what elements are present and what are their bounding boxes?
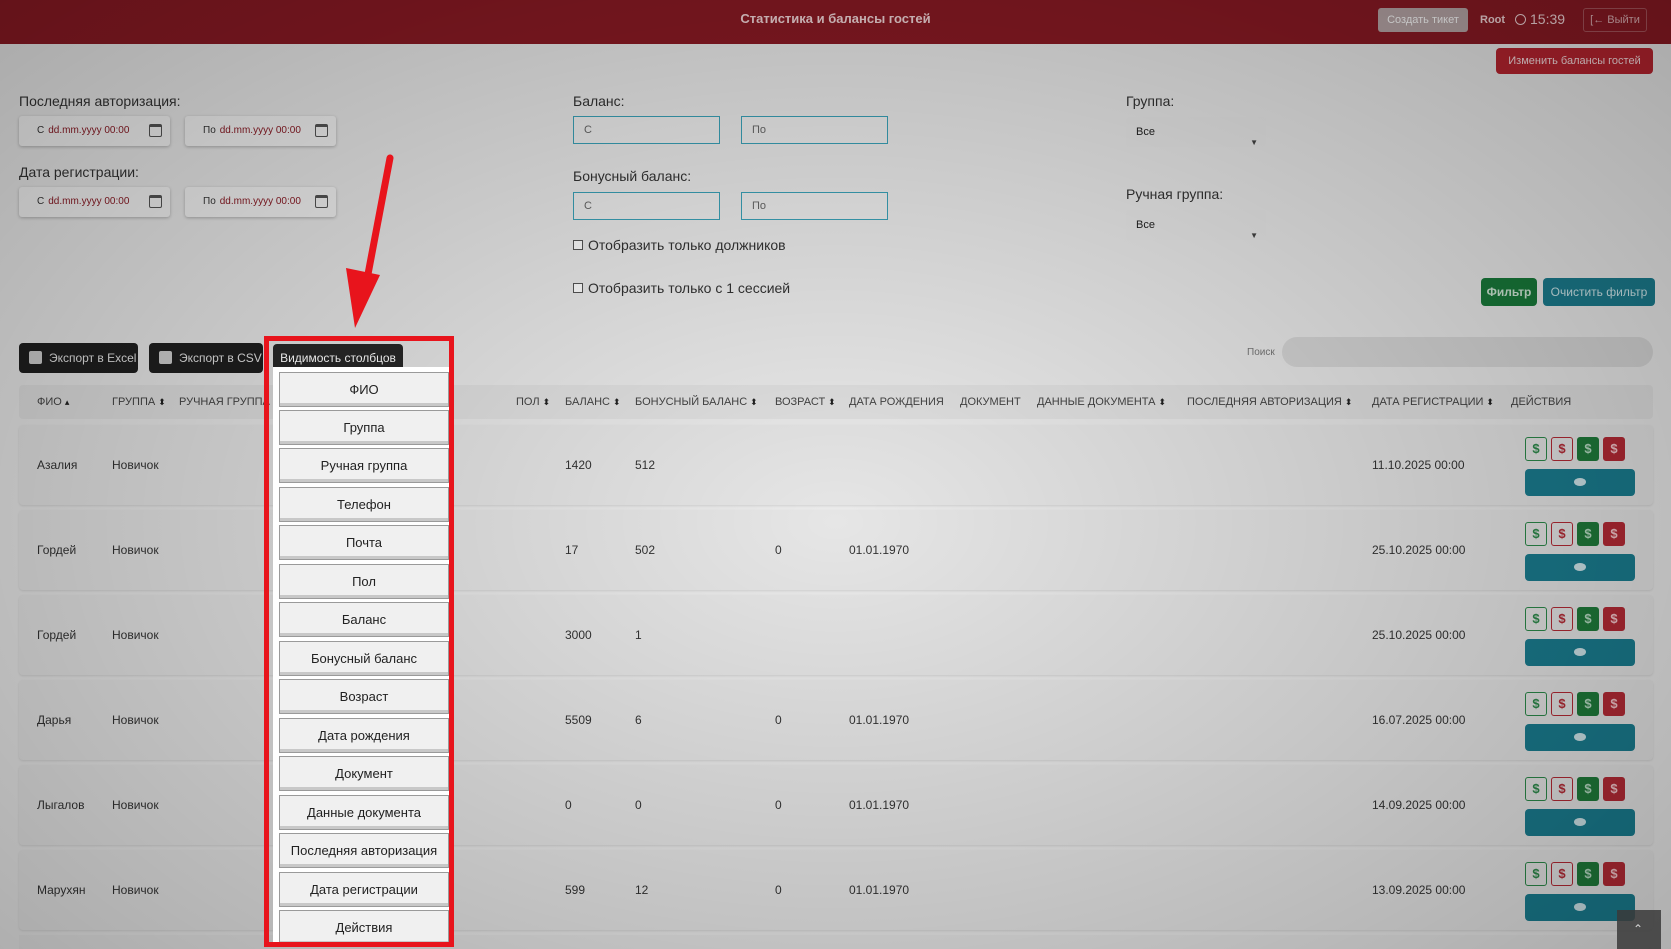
chevron-up-icon: ⌃	[1633, 922, 1644, 936]
scroll-to-top-button[interactable]: ⌃	[1617, 910, 1661, 949]
annotation-arrow	[346, 154, 394, 328]
